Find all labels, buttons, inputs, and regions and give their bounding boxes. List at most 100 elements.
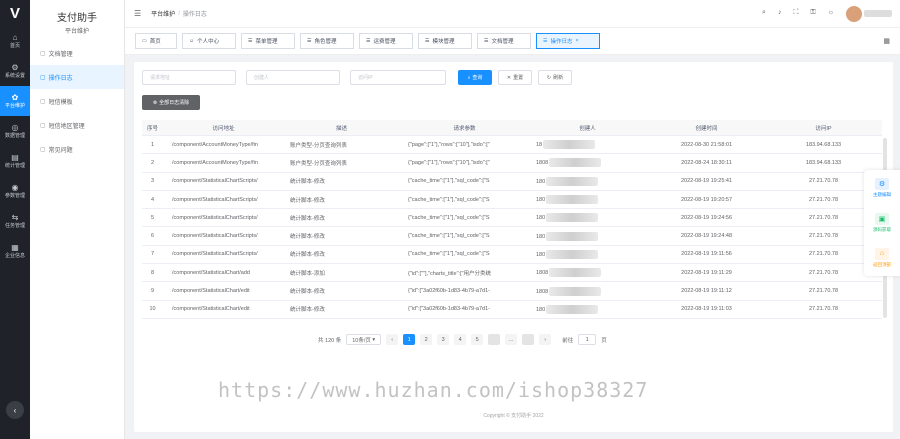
rail-item-home[interactable]: ⌂ 首页 xyxy=(0,26,30,56)
page-button[interactable]: 2 xyxy=(420,334,433,345)
cell-params-text: {"id":["3a02f60b-1d83-4b79-a7d1- xyxy=(408,288,491,295)
cell-ip-text: 27.21.70.78 xyxy=(808,269,839,276)
cell-ip-text: 183.94.68.133 xyxy=(805,159,842,166)
tab-freight-manage[interactable]: ☰ 运费管理 xyxy=(359,33,413,49)
rail-item-company[interactable]: ▦ 企业信息 xyxy=(0,236,30,266)
masked-value xyxy=(546,176,599,186)
theme-icon[interactable]: ☼ xyxy=(828,9,834,17)
search-button[interactable]: ⌕ 查询 xyxy=(458,70,492,85)
col-header-time: 创建时间 xyxy=(695,125,718,132)
cell-time-text: 2022-08-19 19:11:12 xyxy=(681,288,732,295)
cell-ip-text: 27.21.70.78 xyxy=(808,306,839,313)
hamburger-icon[interactable]: ☰ xyxy=(134,9,141,18)
page-button[interactable]: 1 xyxy=(403,334,416,345)
breadcrumb-parent[interactable]: 平台维护 xyxy=(151,9,175,18)
more-pages-button[interactable]: ... xyxy=(505,334,518,345)
table-row[interactable]: 1/component/AccountMoneyType/fin 账户类型-分页查… xyxy=(142,136,882,155)
tab-module-manage[interactable]: ☰ 模块管理 xyxy=(418,33,472,49)
collapse-icon[interactable]: ‹ xyxy=(6,401,24,419)
cell-time-text: 2022-08-19 19:24:56 xyxy=(680,214,733,221)
ip-input[interactable]: 访问IP xyxy=(350,70,446,85)
table-row[interactable]: 8/component/StatisticalChart/add 统计脚本-添加 {… xyxy=(142,264,882,283)
cell-params-text: {"page":["1"],"rows":["10"],"isdo":[" xyxy=(408,159,490,166)
sub-menu: 支付助手 平台维护 ▢ 文档管理 ▢ 操作日志 ▢ 短信模板 ▢ 短信地区管理 ▢ 常见问… xyxy=(30,0,125,439)
submenu-item-faq[interactable]: ▢ 常见问题 xyxy=(30,137,124,161)
table-row[interactable]: 5/component/StatisticalChartScripts/统计脚本… xyxy=(142,209,882,228)
page-button-masked[interactable] xyxy=(488,334,501,345)
data-icon: ◎ xyxy=(11,123,19,132)
reset-button[interactable]: ✕ 重置 xyxy=(498,70,532,85)
cell-desc: 统计脚本-修改 xyxy=(284,214,402,222)
table-body: 1/component/AccountMoneyType/fin 账户类型-分页查… xyxy=(142,136,882,319)
list-icon: ☰ xyxy=(307,38,312,44)
refresh-button[interactable]: ↻ 刷新 xyxy=(538,70,572,85)
tab-oplog[interactable]: ☰ 操作日志 × xyxy=(536,33,600,49)
cell-ip-text: 27.21.70.78 xyxy=(808,233,839,240)
page-button[interactable]: 5 xyxy=(471,334,484,345)
table-row[interactable]: 6/component/StatisticalChartScripts/统计脚本… xyxy=(142,227,882,246)
theme-editor-button[interactable]: ⚙ 主题编辑 xyxy=(864,170,900,205)
cell-index: 7 xyxy=(142,251,166,257)
search-icon[interactable]: ⌕ xyxy=(762,9,766,17)
cell-desc-text: 统计脚本-添加 xyxy=(290,270,325,277)
tab-doc-manage[interactable]: ☰ 文档管理 xyxy=(477,33,531,49)
page-button[interactable]: 3 xyxy=(437,334,450,345)
rail-item-params[interactable]: ◉ 参数管理 xyxy=(0,176,30,206)
rail-item-system[interactable]: ⚙ 系统设置 xyxy=(0,56,30,86)
tab-close-icon[interactable]: × xyxy=(576,38,579,44)
last-page-button[interactable] xyxy=(522,334,535,345)
submenu-item-sms-template[interactable]: ▢ 短信模板 xyxy=(30,89,124,113)
tab-profile[interactable]: ☺ 个人中心 xyxy=(182,33,236,49)
prev-page-button[interactable]: ‹ xyxy=(386,334,399,345)
back-to-top-button[interactable]: ⌂ 返回顶部 xyxy=(864,240,900,275)
cell-creator-text: 180 xyxy=(536,233,546,240)
sms-icon: ▢ xyxy=(40,98,46,105)
tab-role-manage[interactable]: ☰ 角色管理 xyxy=(300,33,354,49)
masked-value xyxy=(546,195,599,205)
rail-item-tasks[interactable]: ⇆ 任务管理 xyxy=(0,206,30,236)
tab-home[interactable]: ▭ 首页 xyxy=(135,33,177,49)
table-row[interactable]: 2/component/AccountMoneyType/fin 账户类型-分页查… xyxy=(142,154,882,173)
submenu-item-oplog[interactable]: ▢ 操作日志 xyxy=(30,65,124,89)
cell-index-text: 4 xyxy=(150,196,155,203)
breadcrumb-current: 操作日志 xyxy=(182,12,207,18)
username-masked[interactable] xyxy=(864,10,892,17)
bell-icon[interactable]: ♪ xyxy=(778,9,782,17)
url-input[interactable]: 请求地址 xyxy=(142,70,236,85)
cell-url: /component/StatisticalChartScripts/ xyxy=(166,197,284,203)
page-size-select[interactable]: 10条/页 ▾ xyxy=(346,334,382,345)
next-page-button[interactable]: › xyxy=(539,334,552,345)
submenu-label: 文档管理 xyxy=(48,51,73,58)
cell-ip: 183.94.68.133 xyxy=(768,160,882,166)
cell-ip-text: 27.21.70.78 xyxy=(808,178,839,185)
submenu-item-sms-region[interactable]: ▢ 短信地区管理 xyxy=(30,113,124,137)
table-row[interactable]: 9/component/StatisticalChart/edit 统计脚本-修改… xyxy=(142,282,882,301)
goto-page-input[interactable]: 1 xyxy=(578,334,597,345)
cell-creator: 1808 xyxy=(530,286,648,296)
get-source-button[interactable]: ▣ 源码获取 xyxy=(864,205,900,240)
rail-item-platform[interactable]: ✿ 平台维护 xyxy=(0,86,30,116)
cell-url-text: /component/StatisticalChartScripts/ xyxy=(172,196,258,203)
cell-url: /component/AccountMoneyType/fin xyxy=(166,142,284,148)
rail-item-stats[interactable]: ▤ 统计管理 xyxy=(0,146,30,176)
cell-params-text: {"cache_time":["1"],"sql_code":["S xyxy=(408,214,490,221)
avatar[interactable] xyxy=(846,6,862,22)
clear-all-logs-button[interactable]: ⊗ 全部日志清除 xyxy=(142,95,200,110)
fullscreen-icon[interactable]: ⛶ xyxy=(793,9,798,17)
creator-input[interactable]: 创建人 xyxy=(246,70,340,85)
submenu-item-docs[interactable]: ▢ 文档管理 xyxy=(30,41,124,65)
table-row[interactable]: 10/component/StatisticalChart/edit 统计脚本-修… xyxy=(142,301,882,319)
grid-icon[interactable]: ▦ xyxy=(883,37,890,45)
table-row[interactable]: 4/component/StatisticalChartScripts/统计脚本… xyxy=(142,191,882,210)
tab-menu-manage[interactable]: ☰ 菜单管理 xyxy=(241,33,295,49)
cell-url-text: /component/StatisticalChart/edit xyxy=(172,288,250,295)
rail-item-data[interactable]: ◎ 数据管理 xyxy=(0,116,30,146)
table-row[interactable]: 3/component/StatisticalChartScripts/统计脚本… xyxy=(142,173,882,191)
gear-icon: ⚙ xyxy=(11,63,19,72)
page-button[interactable]: 4 xyxy=(454,334,467,345)
lock-icon[interactable]: ⚿ xyxy=(810,9,815,17)
total-count: 共 120 条 xyxy=(318,337,342,344)
table-row[interactable]: 7/component/StatisticalChartScripts/统计脚本… xyxy=(142,246,882,265)
cell-params: {"id":["3a02f60b-1d83-4b79-a7d1- xyxy=(402,288,530,294)
log-table: 序号 访问地址 描述 请求参数 创建人 创建时间 访问IP 1/componen… xyxy=(142,120,882,319)
